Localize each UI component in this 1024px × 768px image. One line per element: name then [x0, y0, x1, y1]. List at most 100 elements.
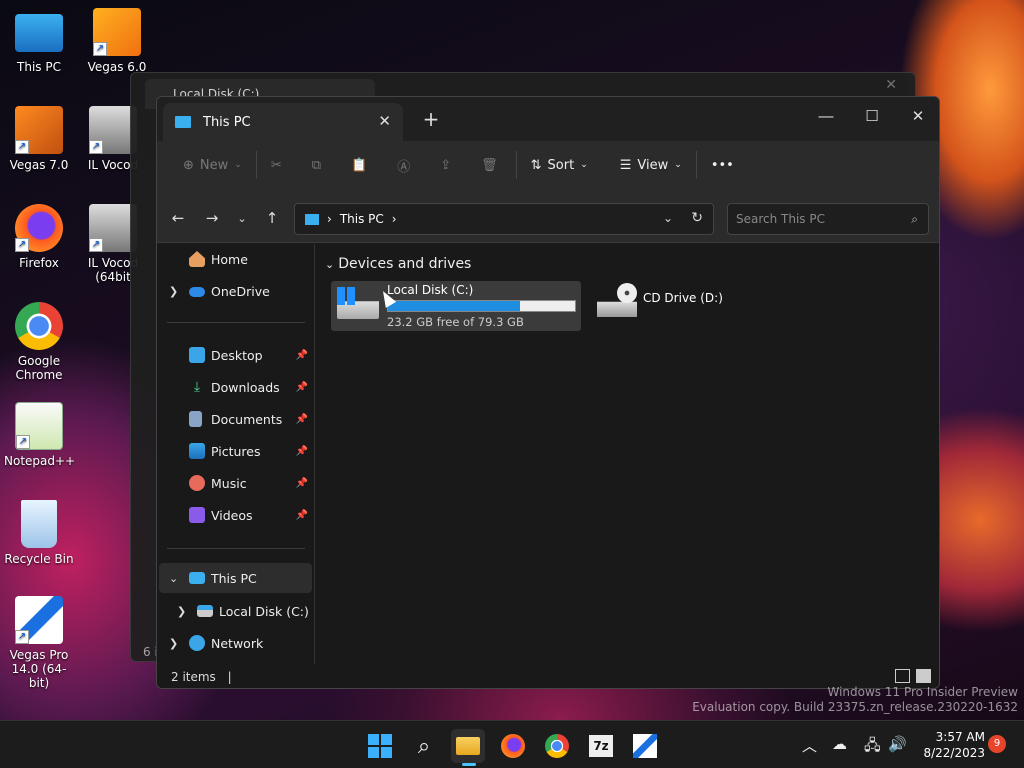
- taskbar-vegas-pro[interactable]: [628, 729, 662, 763]
- close-button[interactable]: ✕: [895, 101, 939, 131]
- sidebar-item-videos[interactable]: Videos 📌: [157, 500, 312, 530]
- close-tab-icon[interactable]: ✕: [378, 112, 391, 130]
- chevron-right-icon[interactable]: ❯: [169, 285, 178, 298]
- search-button[interactable]: ⌕: [407, 729, 441, 763]
- show-hidden-icons-chevron[interactable]: ︿: [802, 735, 817, 756]
- tiles-view-icon[interactable]: [916, 669, 931, 683]
- search-input[interactable]: Search This PC ⌕: [727, 203, 929, 235]
- copy-button[interactable]: ⧉: [304, 149, 329, 181]
- breadcrumb-this-pc[interactable]: This PC: [340, 212, 384, 226]
- bg-window-close-icon[interactable]: ✕: [885, 77, 897, 93]
- desktop-icon-recycle-bin[interactable]: Recycle Bin: [4, 500, 74, 566]
- desktop-icon-chrome[interactable]: Google Chrome: [4, 302, 74, 382]
- drive-local-disk-c[interactable]: Local Disk (C:) 23.2 GB free of 79.3 GB: [331, 281, 581, 331]
- forward-arrow-icon[interactable]: →: [201, 209, 223, 227]
- taskbar-firefox[interactable]: [496, 729, 530, 763]
- notification-badge[interactable]: 9: [988, 735, 1006, 753]
- pin-icon[interactable]: 📌: [296, 446, 308, 457]
- search-placeholder: Search This PC: [736, 212, 825, 226]
- address-bar[interactable]: › This PC › ⌄ ↻: [294, 203, 714, 235]
- desktop-icon-notepadpp[interactable]: ↗ Notepad++: [4, 402, 76, 468]
- section-header[interactable]: ⌄ Devices and drives: [325, 256, 471, 272]
- divider: [167, 322, 305, 323]
- back-arrow-icon[interactable]: ←: [167, 209, 189, 227]
- sidebar-item-this-pc[interactable]: ⌄ This PC: [159, 563, 312, 593]
- chevron-right-icon[interactable]: ❯: [177, 605, 186, 618]
- sidebar-item-downloads[interactable]: ⤓ Downloads 📌: [157, 372, 312, 402]
- sort-button[interactable]: ⇅ Sort ⌄: [523, 149, 596, 181]
- refresh-icon[interactable]: ↻: [691, 210, 703, 226]
- recent-chevron-icon[interactable]: ⌄: [231, 212, 253, 225]
- video-icon: [189, 507, 205, 523]
- title-bar[interactable]: This PC ✕ + ― ☐ ✕: [157, 97, 939, 141]
- desktop-icon-label: Notepad++: [4, 454, 76, 468]
- item-count: 2 items: [171, 670, 216, 684]
- sidebar-item-music[interactable]: Music 📌: [157, 468, 312, 498]
- system-clock[interactable]: 3:57 AM 8/22/2023: [905, 729, 985, 761]
- new-button[interactable]: ⊕ New ⌄: [175, 149, 250, 181]
- volume-icon[interactable]: 🔊: [888, 735, 907, 753]
- sidebar-item-documents[interactable]: Documents 📌: [157, 404, 312, 434]
- minimize-button[interactable]: ―: [803, 101, 849, 131]
- sidebar-item-onedrive[interactable]: ❯ OneDrive: [157, 276, 312, 306]
- notepadpp-icon: ↗: [15, 402, 63, 450]
- pin-icon[interactable]: 📌: [296, 350, 308, 361]
- plus-circle-icon: ⊕: [183, 157, 194, 173]
- drive-icon: [197, 605, 213, 617]
- delete-button[interactable]: 🗑: [473, 149, 506, 181]
- desktop-icon-vegas-pro-14[interactable]: ↗ Vegas Pro 14.0 (64-bit): [4, 596, 74, 690]
- pin-icon[interactable]: 📌: [296, 478, 308, 489]
- drive-name: Local Disk (C:): [387, 283, 474, 297]
- address-dropdown-icon[interactable]: ⌄: [663, 211, 673, 225]
- chevron-down-icon: ⌄: [234, 160, 242, 170]
- cut-button[interactable]: ✂: [263, 149, 290, 181]
- rename-icon: Ⓐ: [397, 159, 411, 175]
- pin-icon[interactable]: 📌: [296, 510, 308, 521]
- pin-icon[interactable]: 📌: [296, 382, 308, 393]
- drive-icon: [337, 287, 379, 319]
- clock-time: 3:57 AM: [935, 730, 985, 744]
- start-button[interactable]: [363, 729, 397, 763]
- view-button[interactable]: ☰ View ⌄: [612, 149, 690, 181]
- up-arrow-icon[interactable]: ↑: [261, 209, 283, 227]
- command-bar: ⊕ New ⌄ ✂ ⧉ 📋 Ⓐ ⇪ 🗑 ⇅ Sort ⌄ ☰ View ⌄ •••: [157, 141, 939, 189]
- desktop-icon-firefox[interactable]: ↗ Firefox: [4, 204, 74, 270]
- paste-button[interactable]: 📋: [343, 149, 375, 181]
- desktop-icon-vegas-6[interactable]: ↗ Vegas 6.0: [82, 8, 152, 74]
- more-options-button[interactable]: •••: [703, 149, 742, 181]
- scissors-icon: ✂: [270, 157, 282, 173]
- file-explorer-window[interactable]: This PC ✕ + ― ☐ ✕ ⊕ New ⌄ ✂ ⧉ 📋 Ⓐ ⇪ 🗑 ⇅ Sor…: [156, 96, 940, 689]
- document-icon: [189, 411, 202, 427]
- network-icon[interactable]: 🖧: [864, 735, 881, 760]
- maximize-button[interactable]: ☐: [849, 101, 895, 131]
- taskbar-chrome[interactable]: [540, 729, 574, 763]
- chevron-right-icon[interactable]: ❯: [169, 637, 178, 650]
- content-pane[interactable]: ⌄ Devices and drives Local Disk (C:) 23.2…: [317, 244, 939, 664]
- new-tab-button[interactable]: +: [419, 107, 443, 131]
- rename-button[interactable]: Ⓐ: [389, 149, 418, 181]
- divider: [515, 151, 517, 179]
- sidebar-item-network[interactable]: ❯ Network: [157, 628, 312, 658]
- taskbar-file-explorer[interactable]: [451, 729, 485, 766]
- sidebar-item-home[interactable]: Home: [157, 244, 312, 274]
- breadcrumb-separator[interactable]: ›: [392, 212, 397, 226]
- sidebar-item-pictures[interactable]: Pictures 📌: [157, 436, 312, 466]
- chevron-down-icon[interactable]: ⌄: [169, 572, 178, 585]
- tab-this-pc[interactable]: This PC ✕: [163, 103, 403, 141]
- pin-icon[interactable]: 📌: [296, 414, 308, 425]
- sidebar-item-desktop[interactable]: Desktop 📌: [157, 340, 312, 370]
- desktop-icon-this-pc[interactable]: This PC: [4, 10, 74, 74]
- share-button[interactable]: ⇪: [432, 149, 459, 181]
- sidebar-item-local-disk[interactable]: ❯ Local Disk (C:): [157, 596, 312, 626]
- drive-cd-d[interactable]: CD Drive (D:): [593, 281, 793, 331]
- drive-name: CD Drive (D:): [643, 291, 723, 305]
- watermark-line-2: Evaluation copy. Build 23375.zn_release.…: [692, 700, 1018, 714]
- taskbar-7zip[interactable]: 7z: [584, 729, 618, 763]
- sidebar-item-label: Home: [211, 251, 248, 267]
- desktop-icon-vegas-7[interactable]: ↗ Vegas 7.0: [4, 106, 74, 172]
- sidebar-item-label: Videos: [211, 507, 253, 523]
- details-view-icon[interactable]: [895, 669, 910, 683]
- onedrive-offline-icon[interactable]: ☁: [832, 735, 847, 753]
- clock-date: 8/22/2023: [923, 746, 985, 760]
- cd-drive-icon: [597, 283, 637, 317]
